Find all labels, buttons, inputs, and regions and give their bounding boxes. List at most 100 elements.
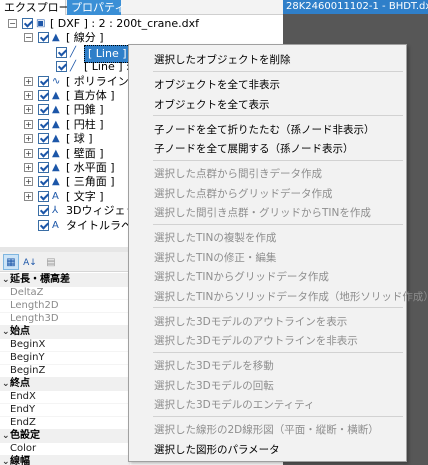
tree-node-icon: ╱ xyxy=(70,61,77,73)
menu-item[interactable]: 選択したオブジェクトを削除 xyxy=(130,50,405,70)
property-grid: ⌄ 延長・標高差 DeltaZ Length2D Length3D ⌄ 始点 BeginX Be… xyxy=(0,273,130,465)
menu-item[interactable]: 選択した線形の2D線形図（平面・縦断・横断） xyxy=(130,420,405,440)
property-row[interactable]: BeginY xyxy=(0,351,130,365)
tree-checkbox[interactable] xyxy=(38,219,49,231)
menu-item[interactable]: オブジェクトを全て非表示 xyxy=(130,75,405,95)
tree-node-icon: ▣ xyxy=(36,18,46,29)
property-category[interactable]: ⌄ 線幅 xyxy=(0,455,130,465)
menu-item[interactable]: 選択した間引き点群・グリッドからTINを作成 xyxy=(130,203,405,223)
tree-node-icon: ▲ xyxy=(52,162,60,173)
tree-expander-icon[interactable]: − xyxy=(24,33,33,43)
property-row[interactable]: DeltaZ xyxy=(0,286,130,300)
property-row[interactable]: BeginX xyxy=(0,338,130,352)
menu-item[interactable]: 選択したTINからソリッドデータ作成（地形ソリッド作成） xyxy=(130,287,428,307)
property-name: EndZ xyxy=(10,417,36,428)
tree-expander-icon[interactable]: + xyxy=(24,91,33,100)
menu-item[interactable]: 選択した3Dモデルの回転 xyxy=(130,376,405,396)
tree-expander-icon[interactable]: + xyxy=(24,148,33,158)
property-category[interactable]: ⌄ 終点 xyxy=(0,377,130,391)
menu-separator xyxy=(153,224,403,225)
tree-expander-icon[interactable]: + xyxy=(24,163,33,172)
collapse-icon[interactable]: ⌄ xyxy=(2,273,10,287)
menu-item[interactable]: 子ノードを全て折りたたむ（孫ノード非表示） xyxy=(130,120,405,140)
tree-checkbox[interactable] xyxy=(38,133,49,145)
tree-checkbox[interactable] xyxy=(56,61,67,73)
property-name: DeltaZ xyxy=(10,287,44,298)
menu-separator xyxy=(153,352,403,353)
property-row[interactable]: EndZ xyxy=(0,416,130,430)
tree-node-icon: ∿ xyxy=(52,75,61,87)
document-tab-title[interactable]: 28K2460011102-1 - BHDT.dx xyxy=(283,0,428,14)
property-category[interactable]: ⌄ 始点 xyxy=(0,325,130,339)
property-name: BeginZ xyxy=(10,365,46,376)
menu-item[interactable]: 選択した3Dモデルのアウトラインを表示 xyxy=(130,312,405,332)
tree-checkbox[interactable] xyxy=(38,205,49,217)
tree-checkbox[interactable] xyxy=(38,104,49,116)
property-row[interactable]: Length3D xyxy=(0,312,130,326)
property-category[interactable]: ⌄ 延長・標高差 xyxy=(0,273,130,287)
property-category-label: 色設定 xyxy=(10,430,40,441)
property-name: EndY xyxy=(10,404,36,415)
tree-node-icon: A xyxy=(52,219,59,231)
tree-checkbox[interactable] xyxy=(38,190,49,202)
tree-expander-icon[interactable]: + xyxy=(24,134,33,144)
tree-checkbox[interactable] xyxy=(38,162,49,173)
menu-item[interactable]: 選択した図形のパラメータ xyxy=(130,440,405,460)
property-category-label: 線幅 xyxy=(10,456,30,465)
property-category[interactable]: ⌄ 色設定 xyxy=(0,429,130,443)
tree-checkbox[interactable] xyxy=(38,75,49,87)
tree-node-icon: ⅄ xyxy=(52,205,59,217)
property-row[interactable]: BeginZ xyxy=(0,364,130,378)
tab-property[interactable]: プロパティ xyxy=(67,0,125,15)
tree-expander-icon[interactable]: + xyxy=(24,191,33,201)
tree-expander-icon[interactable]: + xyxy=(24,105,33,115)
tree-expander-icon[interactable]: − xyxy=(8,19,17,28)
menu-item[interactable]: オブジェクトを全て表示 xyxy=(130,95,405,115)
collapse-icon[interactable]: ⌄ xyxy=(2,455,10,465)
tree-expander-icon[interactable]: + xyxy=(24,177,33,187)
menu-separator xyxy=(153,160,403,161)
alphabetical-sort-icon[interactable]: A↓ xyxy=(22,254,38,270)
tree-checkbox[interactable] xyxy=(38,147,49,159)
tree-checkbox[interactable] xyxy=(38,118,49,130)
property-row[interactable]: EndY xyxy=(0,403,130,417)
menu-item[interactable]: 選択したTINの複製を作成 xyxy=(130,228,405,248)
tree-checkbox[interactable] xyxy=(38,176,49,188)
menu-item[interactable]: 選択した3Dモデルを移動 xyxy=(130,356,405,376)
tree-node-icon: ▲ xyxy=(52,90,60,101)
tree-checkbox[interactable] xyxy=(38,90,49,101)
menu-item[interactable]: 選択した点群から間引きデータ作成 xyxy=(130,164,405,184)
property-row[interactable]: Length2D xyxy=(0,299,130,313)
menu-item[interactable]: 選択した3Dモデルのアウトラインを非表示 xyxy=(130,331,405,351)
tree-checkbox[interactable] xyxy=(22,18,33,29)
tree-node-icon: ▲ xyxy=(52,147,60,159)
menu-separator xyxy=(153,307,403,308)
menu-item[interactable]: 選択したTINからグリッドデータ作成 xyxy=(130,267,405,287)
collapse-icon[interactable]: ⌄ xyxy=(2,325,10,339)
property-pages-icon[interactable]: ▤ xyxy=(43,254,59,270)
property-category-label: 始点 xyxy=(10,326,30,337)
property-row[interactable]: EndX xyxy=(0,390,130,404)
menu-item[interactable]: 選択した3Dモデルのエンティティ xyxy=(130,395,405,415)
property-row[interactable]: Color xyxy=(0,442,130,456)
tree-expander-icon[interactable]: + xyxy=(24,76,33,86)
property-name: Length2D xyxy=(10,300,59,311)
property-name: Length3D xyxy=(10,313,59,324)
menu-separator xyxy=(153,115,403,116)
menu-item[interactable]: 選択した点群からグリッドデータ作成 xyxy=(130,184,405,204)
property-category-label: 終点 xyxy=(10,378,30,389)
tree-node-icon: ▲ xyxy=(52,176,60,188)
tree-checkbox[interactable] xyxy=(56,46,67,58)
collapse-icon[interactable]: ⌄ xyxy=(2,377,10,391)
tab-explorer[interactable]: エクスプローラ xyxy=(0,0,81,15)
menu-separator xyxy=(153,71,403,72)
tree-node-icon: ╱ xyxy=(70,46,77,58)
categorized-view-icon[interactable]: ▦ xyxy=(3,254,19,270)
menu-item[interactable]: 選択したTINの修正・編集 xyxy=(130,248,405,268)
property-name: Color xyxy=(10,443,37,454)
menu-item[interactable]: 子ノードを全て展開する（孫ノード表示） xyxy=(130,139,405,159)
collapse-icon[interactable]: ⌄ xyxy=(2,429,10,443)
tree-expander-icon[interactable]: + xyxy=(24,119,33,129)
tree-checkbox[interactable] xyxy=(38,32,49,44)
property-name: EndX xyxy=(10,391,36,402)
